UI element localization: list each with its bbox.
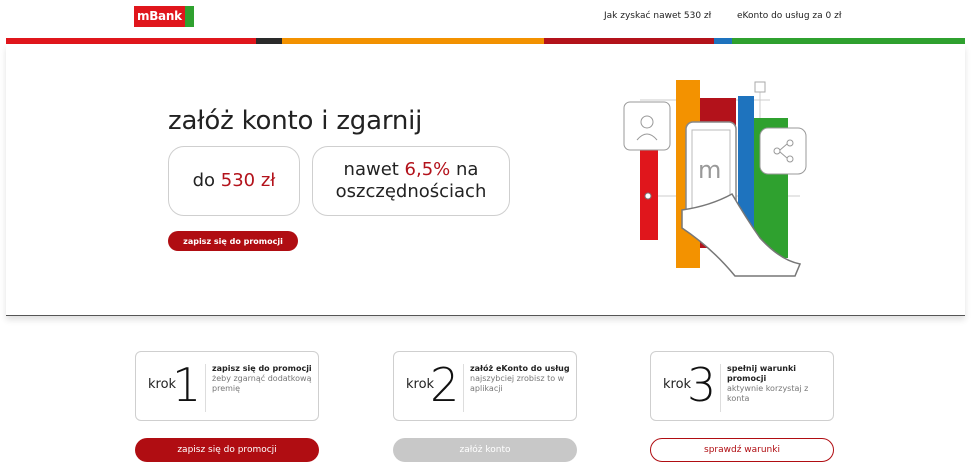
step-subtitle: najszybciej zrobisz to w aplikacji: [470, 374, 565, 393]
step-divider: [463, 364, 464, 412]
hero-signup-button[interactable]: zapisz się do promocji: [168, 231, 298, 251]
savings-prefix: nawet: [343, 159, 405, 180]
step-number: 2: [430, 358, 460, 412]
step-card-3: krok 3 spełnij warunki promocji aktywnie…: [650, 351, 834, 421]
savings-rate: 6,5%: [404, 159, 451, 180]
logo-green-block: [184, 6, 194, 27]
user-icon: [623, 101, 671, 151]
step-number: 3: [687, 358, 717, 412]
nav-link-bonus[interactable]: Jak zyskać nawet 530 zł: [604, 11, 711, 21]
savings-line2: oszczędnościach: [335, 181, 487, 202]
signup-promo-button[interactable]: zapisz się do promocji: [135, 438, 319, 462]
bonus-box: do 530 zł: [168, 146, 300, 216]
step-card-2: krok 2 załóż eKonto do usług najszybciej…: [393, 351, 577, 421]
savings-box: nawet 6,5% na oszczędnościach: [312, 146, 510, 216]
hero-illustration: m: [623, 80, 807, 277]
savings-suffix: na: [450, 159, 479, 180]
step-divider: [720, 364, 721, 412]
open-account-button[interactable]: załóż konto: [393, 438, 577, 462]
step-card-1: krok 1 zapisz się do promocji żeby zgarn…: [135, 351, 319, 421]
step-divider: [205, 364, 206, 412]
step-subtitle: żeby zgarnąć dodatkową premię: [212, 374, 312, 393]
step-number: 1: [172, 358, 202, 412]
step-title: spełnij warunki promocji: [727, 364, 797, 383]
mbank-logo[interactable]: mBank: [134, 6, 194, 27]
check-conditions-button[interactable]: sprawdź warunki: [650, 438, 834, 462]
bonus-amount: 530 zł: [220, 170, 276, 191]
logo-text: mBank: [134, 6, 185, 27]
share-icon: [759, 127, 807, 175]
hero-title: załóż konto i zgarnij: [168, 106, 423, 136]
nav-link-ekonto[interactable]: eKonto do usług za 0 zł: [737, 11, 841, 21]
bonus-prefix: do: [192, 170, 221, 191]
step-title: załóż eKonto do usług: [470, 364, 570, 373]
step-subtitle: aktywnie korzystaj z konta: [727, 384, 809, 403]
step-title: zapisz się do promocji: [212, 364, 312, 373]
svg-text:m: m: [698, 156, 721, 184]
